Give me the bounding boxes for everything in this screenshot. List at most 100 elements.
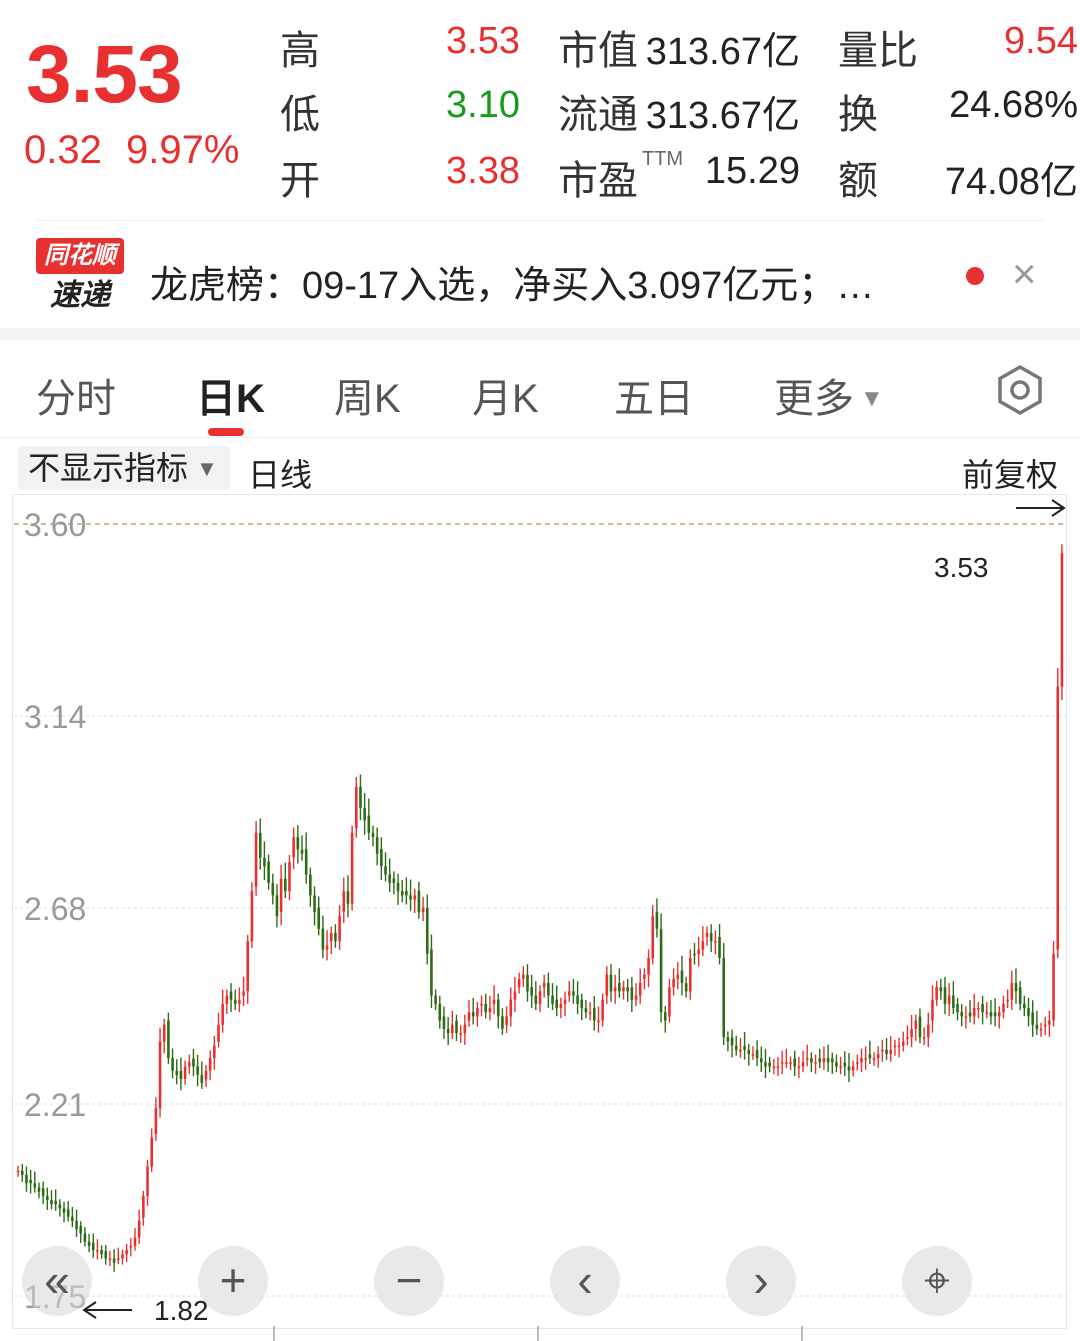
candle-body (826, 1058, 830, 1063)
candle-body (718, 936, 721, 958)
candle-body (609, 974, 613, 992)
candle-body (488, 1008, 492, 1013)
candle-body (501, 1016, 504, 1029)
candle-body (551, 995, 554, 1004)
candle-body (597, 1020, 600, 1023)
candle-body (793, 1058, 796, 1067)
candle-body (79, 1226, 83, 1234)
candle-body (939, 987, 943, 992)
candle-body (964, 1016, 968, 1018)
candle-body (175, 1070, 179, 1075)
candle-body (83, 1233, 87, 1242)
candle-body (16, 1170, 20, 1173)
candle-body (71, 1216, 74, 1221)
scroll-left-button[interactable]: ‹ (550, 1246, 620, 1316)
candle-body (183, 1066, 187, 1080)
candle-body (329, 932, 333, 942)
candle-body (684, 983, 688, 992)
candle-body (572, 991, 575, 996)
candle-body (1039, 1028, 1043, 1031)
candle-body (430, 949, 433, 996)
candle-body (238, 999, 241, 1004)
candle-body (810, 1058, 813, 1063)
candle-body (918, 1016, 922, 1038)
candle-body (943, 987, 947, 1004)
scroll-right-button[interactable]: › (726, 1246, 796, 1316)
zoom-in-button[interactable]: + (198, 1246, 268, 1316)
y-tick-label: 2.21 (24, 1087, 86, 1123)
candle-body (451, 1024, 454, 1034)
candle-body (258, 832, 262, 858)
candle-body (747, 1049, 751, 1054)
candle-body (818, 1058, 822, 1063)
candle-body (914, 1020, 918, 1029)
candle-body (931, 999, 934, 1021)
candle-body (1002, 1003, 1005, 1013)
candle-body (672, 978, 675, 988)
candle-body (388, 874, 391, 883)
scroll-start-button[interactable]: « (22, 1246, 92, 1316)
candle-body (284, 878, 287, 892)
candle-body (346, 891, 350, 904)
candle-body (162, 1024, 166, 1042)
candle-body (171, 1058, 174, 1071)
candle-body (776, 1066, 780, 1068)
candle-body (705, 932, 709, 937)
candle-body (150, 1137, 153, 1167)
candle-body (1018, 987, 1022, 1004)
candle-body (254, 832, 258, 887)
candle-body (463, 1024, 467, 1034)
candle-body (313, 895, 316, 913)
candle-body (630, 987, 634, 1000)
candle-body (789, 1062, 792, 1064)
candle-body (442, 1016, 446, 1029)
candle-body (233, 999, 237, 1004)
candle-body (263, 857, 266, 867)
candle-body (154, 1108, 158, 1134)
candle-body (350, 832, 354, 904)
candle-body (325, 945, 329, 950)
candle-body (58, 1204, 62, 1209)
candle-body (534, 995, 538, 1004)
candle-body (714, 941, 717, 943)
candle-body (338, 916, 341, 942)
crosshair-button[interactable]: ⌖ (902, 1246, 972, 1316)
candle-body (91, 1242, 95, 1251)
zoom-out-button[interactable]: − (374, 1246, 444, 1316)
candle-body (100, 1250, 103, 1255)
candle-body (864, 1058, 867, 1060)
candle-body (1006, 999, 1009, 1002)
max-price-marker-label: 3.53 (934, 552, 989, 583)
candle-body (839, 1066, 842, 1068)
candle-body (179, 1071, 183, 1080)
candle-body (484, 1003, 488, 1013)
candle-body (947, 995, 951, 1004)
candle-body (580, 999, 584, 1009)
candle-body (956, 1003, 959, 1013)
candle-body (142, 1195, 145, 1218)
candle-body (856, 1062, 859, 1064)
candle-body (1048, 1020, 1051, 1025)
candle-body (158, 1041, 162, 1109)
candle-body (50, 1200, 53, 1205)
candle-body (989, 1012, 993, 1017)
candle-body (739, 1049, 742, 1052)
candle-body (33, 1183, 37, 1188)
candle-body (250, 891, 254, 942)
kline-chart[interactable]: 3.603.142.682.211.753.531.82 (0, 0, 1080, 1341)
candle-body (213, 1045, 216, 1059)
candle-body (626, 987, 629, 992)
candle-body (734, 1045, 738, 1050)
candle-body (380, 848, 383, 867)
candle-body (117, 1258, 120, 1260)
candle-body (112, 1258, 116, 1263)
candle-body (304, 848, 308, 875)
candle-body (1027, 1008, 1030, 1017)
candle-body (977, 1008, 980, 1010)
candle-body (87, 1241, 91, 1246)
candle-body (651, 916, 655, 958)
candle-body (843, 1062, 847, 1067)
candle-body (438, 1003, 442, 1021)
candle-body (204, 1070, 208, 1080)
candle-body (759, 1058, 763, 1063)
